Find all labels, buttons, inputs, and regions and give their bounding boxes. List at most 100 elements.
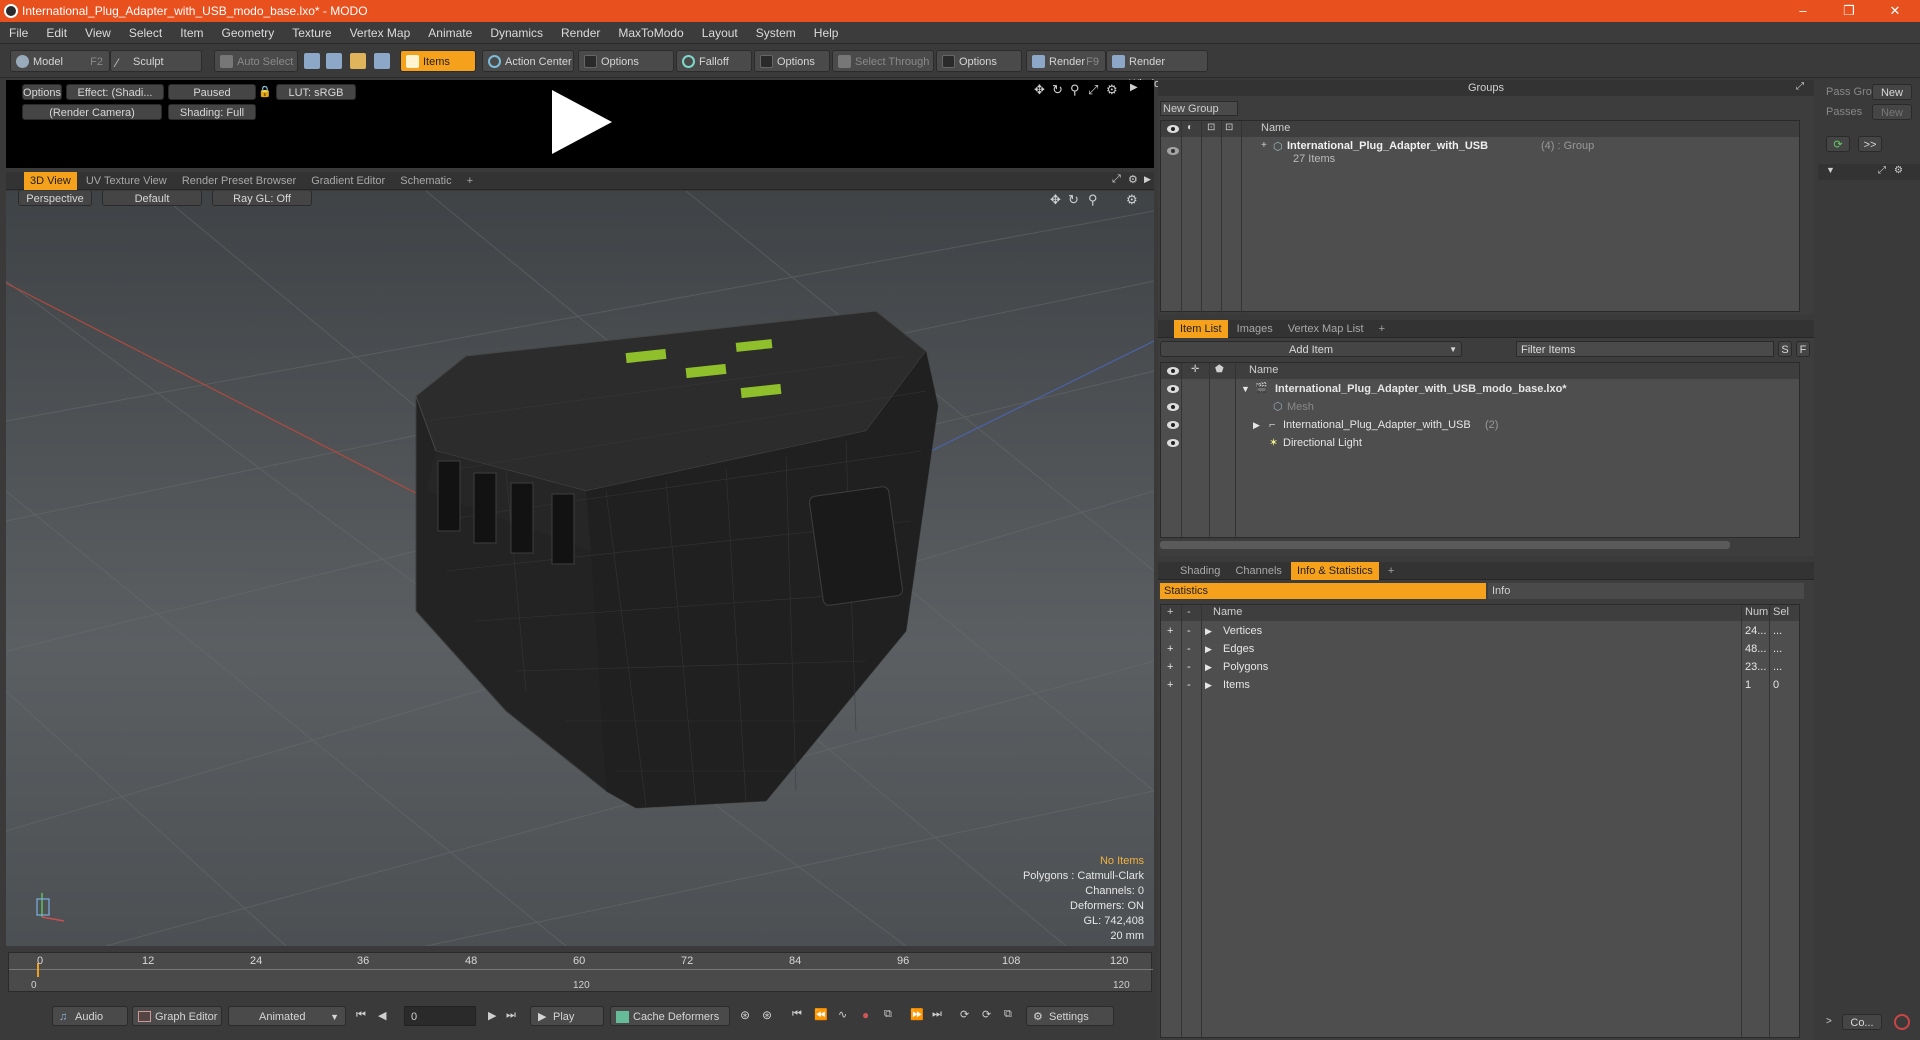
lock-icon[interactable]: 🔒 bbox=[258, 85, 272, 98]
chevron-right-icon[interactable]: ▶ bbox=[1205, 676, 1212, 694]
step-forward-icon[interactable]: ▶ bbox=[488, 1009, 496, 1022]
chevron-down-icon[interactable]: ▼ bbox=[1241, 380, 1250, 398]
default-dropdown[interactable]: Default bbox=[102, 191, 202, 206]
chevron-down-icon[interactable]: ▼ bbox=[1826, 165, 1835, 175]
play-preview-icon[interactable] bbox=[546, 86, 616, 158]
vertices-mode-icon[interactable] bbox=[304, 53, 320, 69]
expand-plus-icon[interactable]: + bbox=[1261, 140, 1267, 151]
s-toggle-button[interactable]: S bbox=[1778, 341, 1792, 357]
menu-edit[interactable]: Edit bbox=[37, 22, 76, 44]
items-mode-button[interactable]: Items bbox=[400, 50, 476, 72]
eye-icon[interactable] bbox=[1167, 147, 1179, 155]
more-button[interactable]: >> bbox=[1858, 136, 1882, 152]
model-mode-button[interactable]: Model F2 bbox=[10, 50, 110, 72]
polygons-mode-icon[interactable] bbox=[350, 53, 366, 69]
menu-file[interactable]: File bbox=[0, 22, 37, 44]
animated-dropdown[interactable]: Animated ▼ bbox=[228, 1006, 346, 1026]
menu-animate[interactable]: Animate bbox=[419, 22, 481, 44]
remove-icon[interactable]: - bbox=[1187, 658, 1191, 676]
remove-icon[interactable]: - bbox=[1187, 640, 1191, 658]
group-row[interactable]: + ⬡ International_Plug_Adapter_with_USB … bbox=[1161, 139, 1799, 169]
table-row[interactable]: + - ▶ Items 1 0 bbox=[1161, 676, 1841, 694]
add-tab-button[interactable]: + bbox=[1382, 562, 1400, 580]
add-icon[interactable]: + bbox=[1167, 676, 1173, 694]
timeline[interactable]: 0 12 24 36 48 60 72 84 96 108 120 0 120 … bbox=[8, 952, 1153, 992]
key-curve-icon[interactable]: ∿ bbox=[838, 1008, 847, 1021]
falloff-button[interactable]: Falloff bbox=[676, 50, 752, 72]
perspective-dropdown[interactable]: Perspective bbox=[18, 191, 92, 206]
auto-select-button[interactable]: Auto Select bbox=[214, 50, 298, 72]
close-button[interactable]: ✕ bbox=[1872, 0, 1918, 22]
gear-icon[interactable]: ⚙ bbox=[1894, 165, 1903, 176]
tab-channels[interactable]: Channels bbox=[1229, 562, 1287, 580]
f-toggle-button[interactable]: F bbox=[1796, 341, 1810, 357]
eye-icon[interactable] bbox=[1167, 439, 1179, 447]
refresh-icon[interactable]: ⟳ bbox=[1826, 136, 1850, 152]
action-center-options-button[interactable]: Options bbox=[578, 50, 674, 72]
expand-icon[interactable]: ⤢ bbox=[1112, 173, 1121, 186]
menu-texture[interactable]: Texture bbox=[283, 22, 340, 44]
skip-to-start-icon[interactable]: ⏮ bbox=[356, 1009, 366, 1022]
table-row[interactable]: + - ▶ Vertices 24... ... bbox=[1161, 622, 1841, 640]
step-back-icon[interactable]: ◀ bbox=[378, 1009, 386, 1022]
move-icon[interactable]: ✥ bbox=[1050, 192, 1061, 208]
add-icon[interactable]: + bbox=[1167, 640, 1173, 658]
menu-layout[interactable]: Layout bbox=[693, 22, 747, 44]
select-toggle-icon[interactable]: ⊡ bbox=[1225, 122, 1233, 133]
edges-mode-icon[interactable] bbox=[326, 53, 342, 69]
table-row[interactable]: + - ▶ Polygons 23... ... bbox=[1161, 658, 1841, 676]
tab-render-preset-browser[interactable]: Render Preset Browser bbox=[176, 172, 302, 190]
eye-icon[interactable] bbox=[1167, 421, 1179, 429]
add-tab-button[interactable]: + bbox=[1373, 320, 1391, 338]
menu-select[interactable]: Select bbox=[120, 22, 171, 44]
prev-key-icon[interactable]: ⏮ bbox=[792, 1008, 802, 1021]
tab-gradient-editor[interactable]: Gradient Editor bbox=[305, 172, 391, 190]
arrow-right-icon[interactable]: ▶ bbox=[1144, 174, 1151, 185]
render-button[interactable]: Render F9 bbox=[1026, 50, 1106, 72]
falloff-options-button[interactable]: Options bbox=[754, 50, 830, 72]
record-icon[interactable]: ● bbox=[862, 1008, 869, 1022]
maximize-icon[interactable]: ⤢ bbox=[1088, 82, 1098, 98]
tab-schematic[interactable]: Schematic bbox=[394, 172, 457, 190]
raygl-dropdown[interactable]: Ray GL: Off bbox=[212, 191, 312, 206]
add-all-icon[interactable]: + bbox=[1167, 606, 1173, 618]
cache-deformers-button[interactable]: Cache Deformers bbox=[610, 1006, 730, 1026]
tab-uv-texture-view[interactable]: UV Texture View bbox=[80, 172, 173, 190]
eye-icon[interactable] bbox=[1167, 367, 1179, 375]
skip-to-end-icon[interactable]: ⏭ bbox=[506, 1009, 516, 1022]
next-key2-icon[interactable]: ⏭ bbox=[932, 1008, 942, 1021]
gear-icon[interactable]: ⚙ bbox=[1128, 173, 1138, 186]
select-column-icon[interactable]: ⬟ bbox=[1215, 364, 1224, 375]
shading-dropdown[interactable]: Shading: Full bbox=[168, 104, 256, 120]
graph-editor-button[interactable]: Graph Editor bbox=[132, 1006, 222, 1026]
next-key-icon[interactable]: ⏩ bbox=[910, 1008, 924, 1021]
menu-item[interactable]: Item bbox=[171, 22, 212, 44]
zoom-icon[interactable]: ⚲ bbox=[1088, 192, 1098, 208]
list-item[interactable]: ⬡ Mesh bbox=[1161, 398, 1799, 416]
key-icon[interactable]: ⊛ bbox=[740, 1008, 750, 1022]
paused-button[interactable]: Paused bbox=[168, 84, 256, 100]
chevron-right-icon[interactable]: ▶ bbox=[1205, 658, 1212, 676]
eye-icon[interactable] bbox=[1167, 403, 1179, 411]
gear-icon[interactable]: ⚙ bbox=[1106, 82, 1118, 98]
menu-view[interactable]: View bbox=[76, 22, 120, 44]
settings-button[interactable]: ⚙ Settings bbox=[1026, 1006, 1114, 1026]
tab-shading[interactable]: Shading bbox=[1174, 562, 1226, 580]
statistics-tab[interactable]: Statistics bbox=[1160, 583, 1486, 599]
menu-maxtomodo[interactable]: MaxToModo bbox=[609, 22, 692, 44]
chevron-right-icon[interactable]: ▶ bbox=[1205, 640, 1212, 658]
menu-dynamics[interactable]: Dynamics bbox=[481, 22, 552, 44]
play-button[interactable]: ▶ Play bbox=[530, 1006, 604, 1026]
add-tab-button[interactable]: + bbox=[461, 172, 479, 190]
co-button[interactable]: Co... bbox=[1842, 1014, 1882, 1030]
lut-dropdown[interactable]: LUT: sRGB bbox=[276, 84, 356, 100]
action-center-button[interactable]: Action Center bbox=[482, 50, 574, 72]
preview-options-button[interactable]: Options bbox=[22, 84, 62, 100]
add-icon[interactable]: + bbox=[1167, 622, 1173, 640]
expand-icon[interactable]: ⤢ bbox=[1878, 165, 1886, 176]
chevron-right-icon[interactable]: ▶ bbox=[1253, 416, 1260, 434]
render-window-button[interactable]: Render Window bbox=[1106, 50, 1208, 90]
menu-render[interactable]: Render bbox=[552, 22, 609, 44]
sculpt-mode-button[interactable]: ⁄ Sculpt bbox=[110, 50, 202, 72]
add-item-dropdown[interactable]: Add Item ▼ bbox=[1160, 341, 1462, 357]
